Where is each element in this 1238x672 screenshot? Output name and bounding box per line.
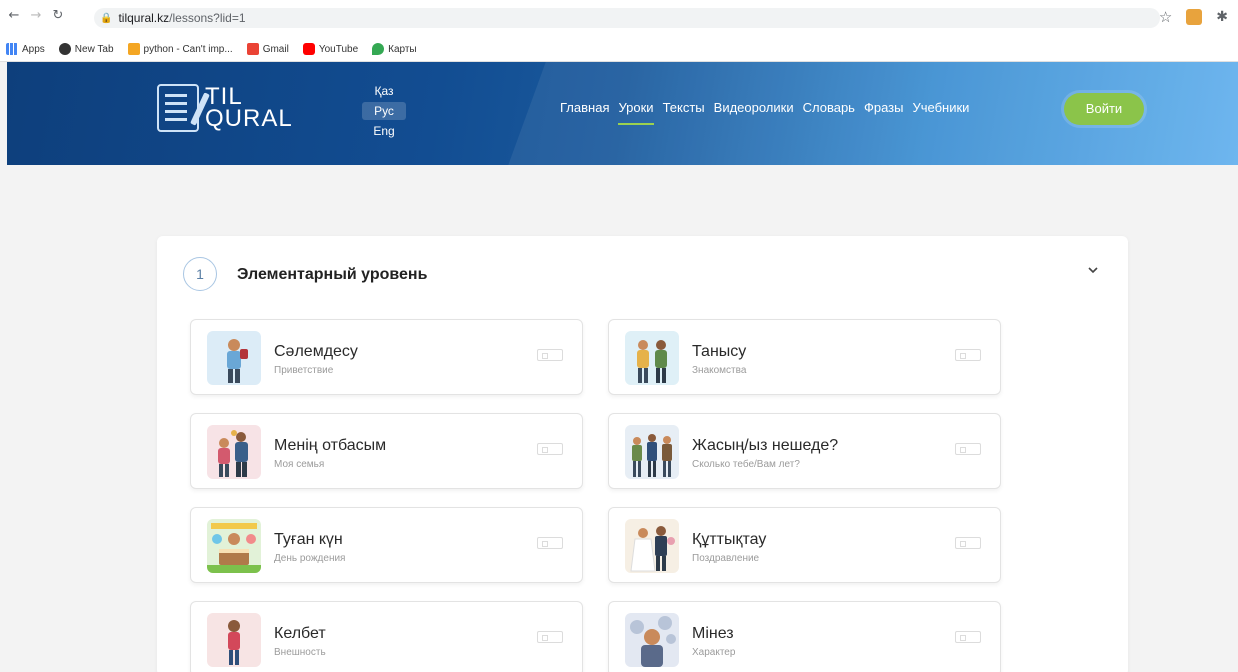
back-icon[interactable]: ← — [6, 8, 22, 24]
bookmark-new-tab[interactable]: New Tab — [58, 43, 114, 55]
lesson-illustration — [207, 425, 261, 479]
language-switcher: Қаз Рус Eng — [362, 82, 406, 140]
menu-textbooks[interactable]: Учебники — [912, 100, 969, 115]
lesson-title: Мінез — [692, 625, 734, 642]
lesson-illustration — [625, 519, 679, 573]
logo-book-icon — [157, 84, 199, 132]
lesson-card-quttyqtau[interactable]: Құттықтау Поздравление — [608, 507, 1001, 583]
lesson-title: Танысу — [692, 343, 747, 360]
menu-texts[interactable]: Тексты — [663, 100, 705, 115]
lesson-progress-icon — [537, 631, 563, 643]
lesson-title: Жасың/ыз нешеде? — [692, 437, 839, 454]
lesson-card-menin-otbasym[interactable]: Менің отбасым Моя семья — [190, 413, 583, 489]
bookmark-label: Gmail — [262, 43, 289, 55]
extension-icon[interactable] — [1186, 9, 1203, 25]
lang-rus[interactable]: Рус — [362, 102, 406, 120]
url-text: tilqural.kz/lessons?lid=1 — [118, 11, 245, 25]
lesson-progress-icon — [537, 349, 563, 361]
lesson-subtitle: Внешность — [274, 647, 326, 658]
gmail-icon — [246, 43, 259, 55]
lesson-progress-icon — [537, 443, 563, 455]
lesson-progress-icon — [955, 349, 981, 361]
lesson-title: Келбет — [274, 625, 326, 642]
browser-actions: ☆ ✱ — [1159, 8, 1228, 26]
logo-line-2: QURAL — [205, 105, 293, 132]
apps-icon — [6, 43, 18, 55]
lesson-subtitle: Моя семья — [274, 459, 325, 470]
chevron-down-icon[interactable] — [1087, 264, 1099, 276]
browser-nav: ← → ↻ — [6, 8, 66, 24]
logo-text: TIL QURAL — [205, 85, 293, 132]
bookmark-gmail[interactable]: Gmail — [246, 43, 289, 55]
level-card: 1 Элементарный уровень Сәлемдесу Приветс… — [157, 236, 1128, 672]
bookmark-maps[interactable]: Карты — [372, 43, 417, 55]
lesson-card-tugan-kun[interactable]: Туған күн День рождения — [190, 507, 583, 583]
lesson-card-tanysu[interactable]: Танысу Знакомства — [608, 319, 1001, 395]
bookmark-label: YouTube — [318, 43, 359, 55]
url-path: /lessons?lid=1 — [169, 11, 246, 25]
level-title[interactable]: Элементарный уровень — [237, 266, 427, 284]
bookmark-label: New Tab — [74, 43, 114, 55]
lesson-progress-icon — [537, 537, 563, 549]
lesson-progress-icon — [955, 443, 981, 455]
python-icon — [127, 43, 140, 55]
maps-icon — [372, 43, 385, 55]
lesson-subtitle: День рождения — [274, 553, 346, 564]
lesson-subtitle: Поздравление — [692, 553, 760, 564]
login-button[interactable]: Войти — [1064, 93, 1144, 125]
lesson-subtitle: Характер — [692, 647, 736, 658]
lesson-illustration — [625, 425, 679, 479]
menu-videos[interactable]: Видеоролики — [714, 100, 794, 115]
lesson-illustration — [625, 331, 679, 385]
lesson-title: Менің отбасым — [274, 437, 387, 454]
level-number: 1 — [183, 257, 217, 291]
lesson-illustration — [207, 613, 261, 667]
lesson-subtitle: Приветствие — [274, 365, 334, 376]
lesson-illustration — [625, 613, 679, 667]
bookmark-apps[interactable]: Apps — [6, 43, 45, 55]
lesson-title: Құттықтау — [692, 531, 767, 548]
address-bar[interactable]: 🔒 tilqural.kz/lessons?lid=1 — [94, 8, 1160, 28]
bookmarks-bar: Apps New Tab python - Can't imp... Gmail… — [0, 37, 1238, 62]
lock-icon: 🔒 — [100, 12, 113, 24]
browser-toolbar: ← → ↻ 🔒 tilqural.kz/lessons?lid=1 ☆ ✱ — [0, 0, 1238, 37]
lesson-progress-icon — [955, 631, 981, 643]
lesson-subtitle: Знакомства — [692, 365, 747, 376]
bookmark-label: Карты — [388, 43, 417, 55]
lang-eng[interactable]: Eng — [362, 122, 406, 140]
reload-icon[interactable]: ↻ — [50, 8, 66, 24]
bookmark-star-icon[interactable]: ☆ — [1159, 8, 1172, 26]
extensions-puzzle-icon[interactable]: ✱ — [1216, 9, 1228, 25]
bookmark-label: Apps — [22, 43, 45, 55]
main-menu: Главная Уроки Тексты Видеоролики Словарь… — [560, 100, 969, 125]
bookmark-youtube[interactable]: YouTube — [302, 43, 359, 55]
site-header: TIL QURAL Қаз Рус Eng Главная Уроки Текс… — [7, 62, 1238, 165]
lesson-card-minez[interactable]: Мінез Характер — [608, 601, 1001, 672]
lesson-card-salemdesu[interactable]: Сәлемдесу Приветствие — [190, 319, 583, 395]
menu-home[interactable]: Главная — [560, 100, 609, 115]
youtube-icon — [302, 43, 315, 55]
forward-icon[interactable]: → — [28, 8, 44, 24]
lesson-illustration — [207, 331, 261, 385]
bookmark-python[interactable]: python - Can't imp... — [127, 43, 233, 55]
lesson-title: Сәлемдесу — [274, 343, 358, 360]
lesson-card-kelbet[interactable]: Келбет Внешность — [190, 601, 583, 672]
new-tab-icon — [58, 43, 71, 55]
lesson-progress-icon — [955, 537, 981, 549]
menu-dictionary[interactable]: Словарь — [803, 100, 855, 115]
bookmark-label: python - Can't imp... — [143, 43, 233, 55]
lesson-title: Туған күн — [274, 531, 343, 548]
url-host: tilqural.kz — [118, 11, 170, 25]
lang-kaz[interactable]: Қаз — [362, 82, 406, 100]
menu-lessons[interactable]: Уроки — [618, 100, 654, 125]
lesson-subtitle: Сколько тебе/Вам лет? — [692, 459, 800, 470]
menu-phrases[interactable]: Фразы — [864, 100, 904, 115]
lesson-card-zhasyn-neshede[interactable]: Жасың/ыз нешеде? Сколько тебе/Вам лет? — [608, 413, 1001, 489]
site-logo[interactable]: TIL QURAL — [157, 84, 293, 132]
lesson-illustration — [207, 519, 261, 573]
